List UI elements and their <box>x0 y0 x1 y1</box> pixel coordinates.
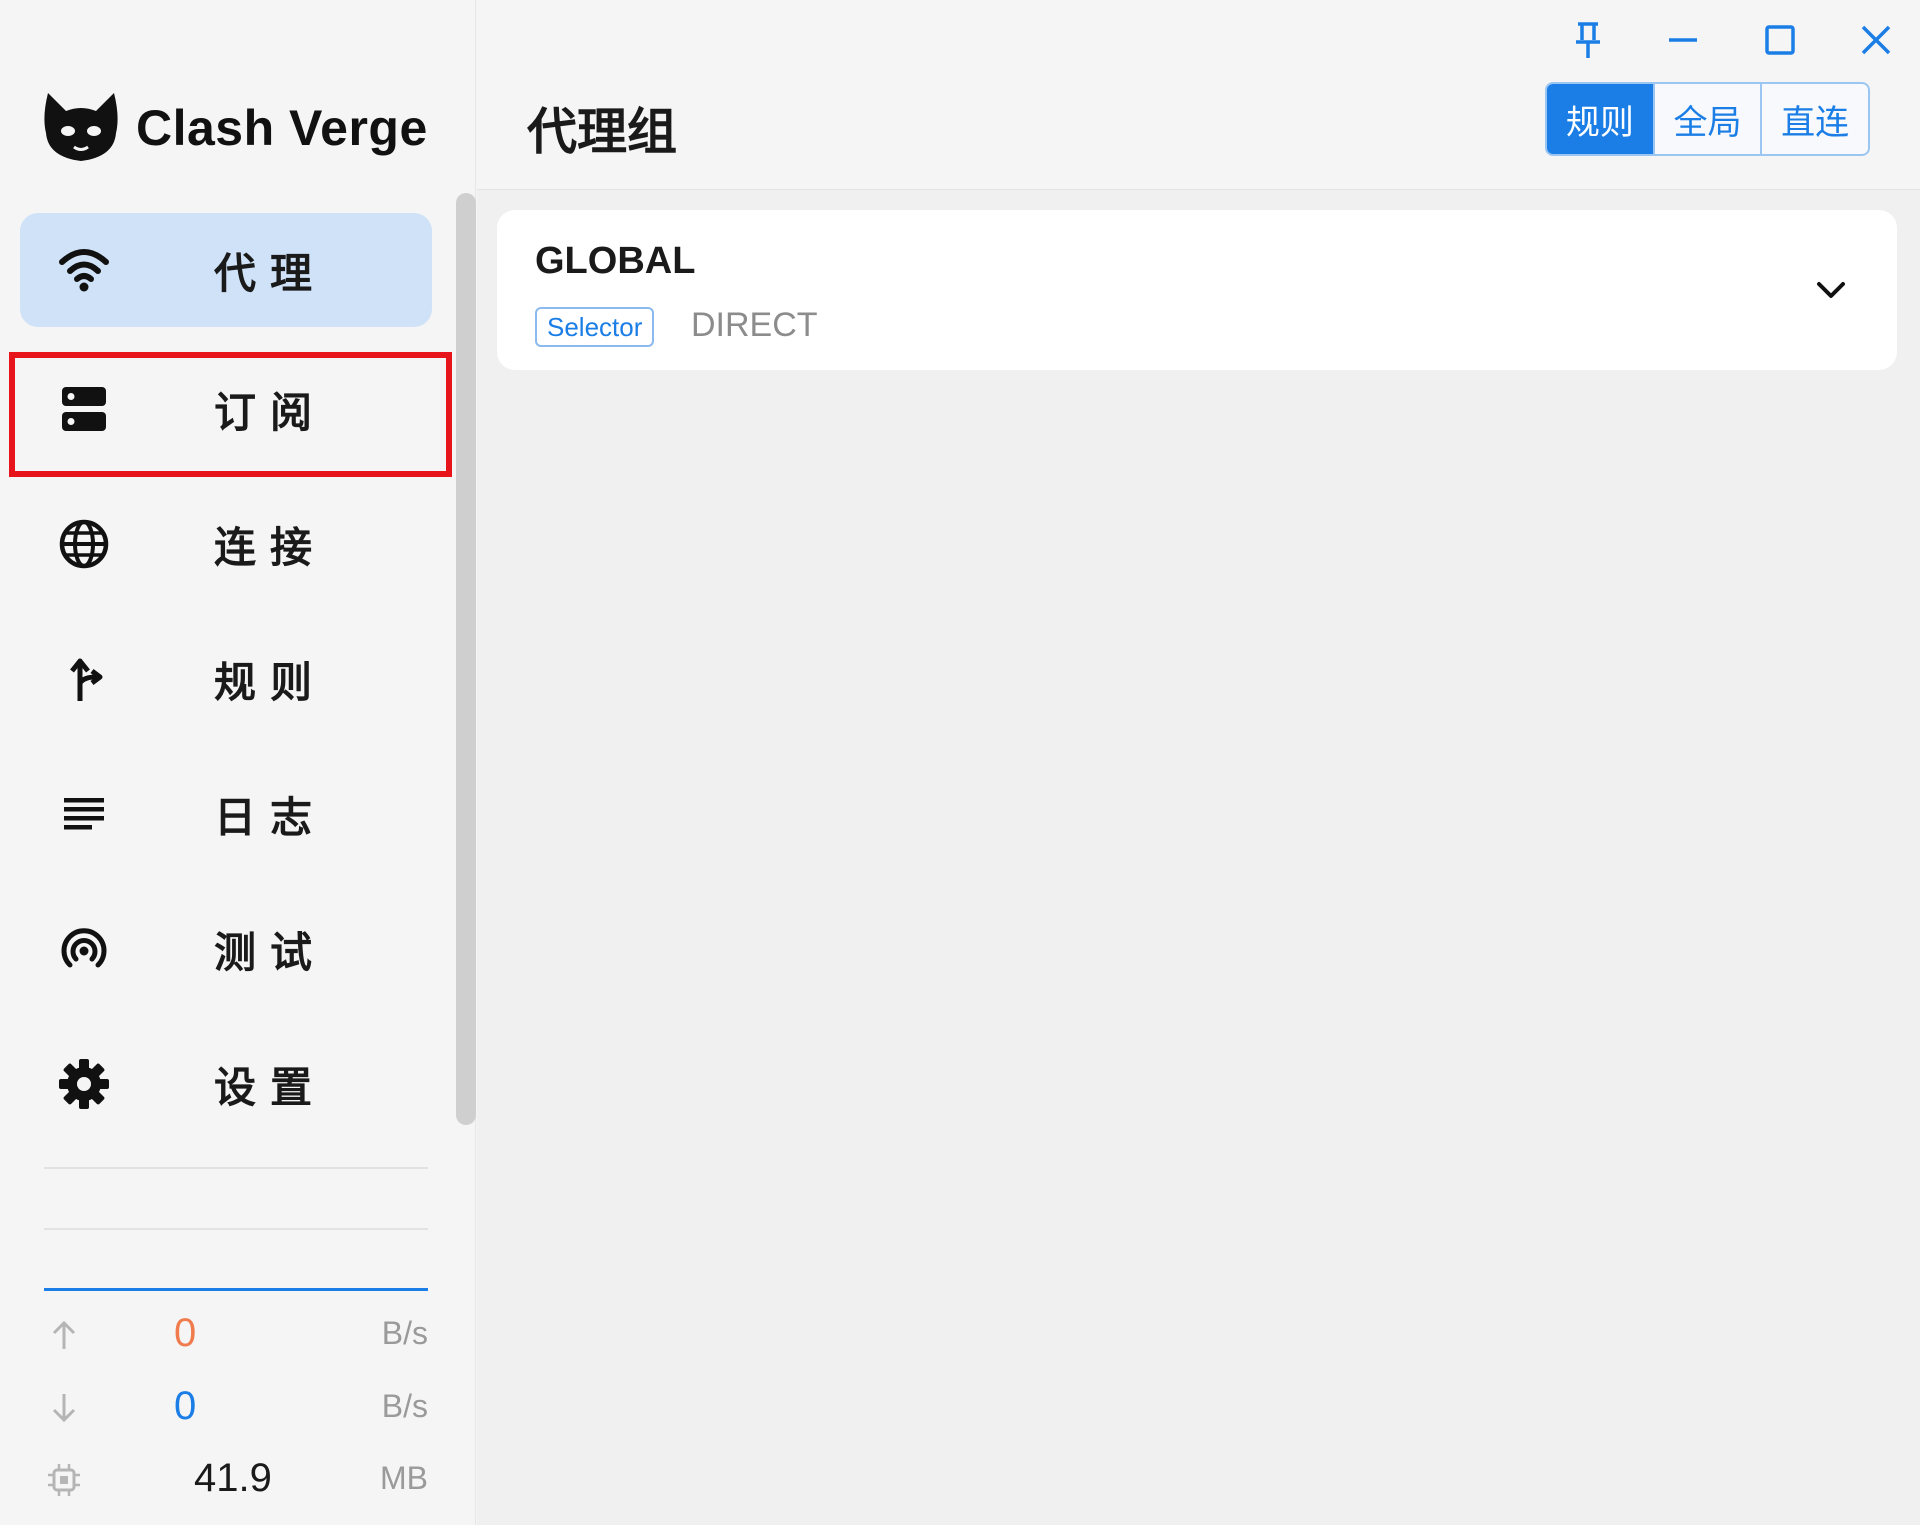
chevron-down-icon[interactable] <box>1801 260 1861 320</box>
close-button[interactable] <box>1848 12 1904 68</box>
upload-speed: 0 B/s <box>44 1307 428 1367</box>
radar-icon <box>54 919 114 979</box>
mode-rule-button[interactable]: 规则 <box>1547 84 1655 154</box>
mode-direct-button[interactable]: 直连 <box>1762 84 1868 154</box>
wifi-icon <box>54 240 114 300</box>
group-name: GLOBAL <box>535 240 696 282</box>
main-panel: 代理组 规则 全局 直连 GLOBAL Selector DIRECT <box>477 0 1920 1525</box>
sidebar-item-proxy[interactable]: 代理 <box>20 213 432 327</box>
lines-icon <box>54 784 114 844</box>
sidebar-item-label: 订阅 <box>214 388 327 436</box>
sidebar-item-connections[interactable]: 连接 <box>20 487 432 601</box>
sidebar-item-label: 连接 <box>214 523 327 571</box>
server-icon <box>54 379 114 439</box>
mode-global-button[interactable]: 全局 <box>1655 84 1763 154</box>
group-type-badge: Selector <box>535 307 655 347</box>
sidebar-item-settings[interactable]: 设置 <box>20 1027 432 1141</box>
app-logo: Clash Verge <box>42 88 428 168</box>
group-selected-proxy: DIRECT <box>691 306 818 344</box>
sidebar-item-label: 设置 <box>214 1063 327 1111</box>
close-icon <box>1861 25 1891 55</box>
divider <box>44 1167 428 1169</box>
sidebar-scrollbar[interactable] <box>456 193 476 1125</box>
traffic-graph-baseline <box>44 1288 428 1291</box>
sidebar-item-label: 规则 <box>214 658 327 706</box>
proxy-group-card[interactable]: GLOBAL Selector DIRECT <box>497 210 1897 370</box>
chip-icon <box>44 1460 84 1500</box>
gear-icon <box>54 1054 114 1114</box>
memory-value: 41.9 <box>194 1456 272 1500</box>
memory-unit: MB <box>380 1460 428 1496</box>
app-name: Clash Verge <box>136 100 428 156</box>
arrow-down-icon <box>44 1388 84 1428</box>
proxy-mode-toggle: 规则 全局 直连 <box>1545 82 1870 156</box>
pin-button[interactable] <box>1560 12 1616 68</box>
memory-usage: 41.9 MB <box>44 1452 428 1512</box>
minimize-button[interactable] <box>1655 12 1711 68</box>
fork-arrow-icon <box>54 649 114 709</box>
cat-logo-icon <box>44 93 118 161</box>
sidebar-item-subscription[interactable]: 订阅 <box>20 352 432 466</box>
maximize-button[interactable] <box>1752 12 1808 68</box>
pin-icon <box>1576 22 1600 58</box>
sidebar-item-label: 测试 <box>214 928 327 976</box>
sidebar-item-label: 代理 <box>214 249 327 297</box>
download-unit: B/s <box>381 1388 428 1424</box>
sidebar-item-rules[interactable]: 规则 <box>20 622 432 736</box>
sidebar-item-label: 日志 <box>214 793 327 841</box>
sidebar-item-logs[interactable]: 日志 <box>20 757 432 871</box>
sidebar: Clash Verge 代理 订阅 连接 规则 日志 测试 设置 0 B/s 0… <box>0 0 476 1525</box>
maximize-icon <box>1765 25 1795 55</box>
globe-icon <box>54 514 114 574</box>
download-speed: 0 B/s <box>44 1380 428 1440</box>
app-window: Clash Verge 代理 订阅 连接 规则 日志 测试 设置 0 B/s 0… <box>0 0 1920 1525</box>
upload-unit: B/s <box>381 1315 428 1351</box>
divider <box>44 1228 428 1230</box>
download-value: 0 <box>174 1384 197 1428</box>
arrow-up-icon <box>44 1315 84 1355</box>
header: 代理组 规则 全局 直连 <box>477 0 1920 190</box>
minimize-icon <box>1669 38 1697 42</box>
upload-value: 0 <box>174 1311 197 1355</box>
sidebar-item-test[interactable]: 测试 <box>20 892 432 1006</box>
page-title: 代理组 <box>527 104 677 160</box>
